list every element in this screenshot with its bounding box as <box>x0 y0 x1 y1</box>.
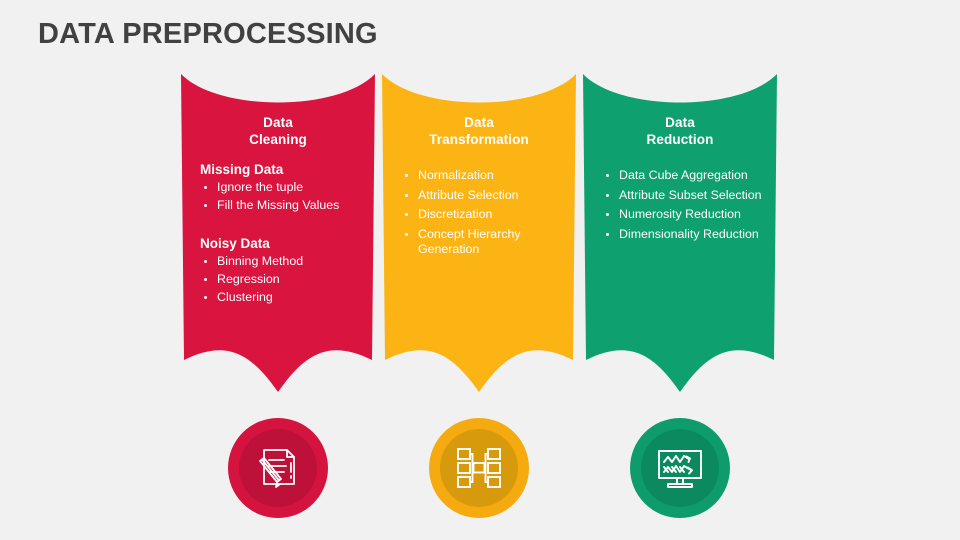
bullet-dot-icon <box>606 193 610 197</box>
heading-line-2: Transformation <box>429 132 529 147</box>
list-item: Binning Method <box>194 254 362 270</box>
list-item-label: Discretization <box>418 207 493 221</box>
list-item-label: Concept Hierarchy Generation <box>418 226 521 257</box>
column-data-reduction: Data Reduction Data Cube Aggregation Att… <box>580 70 780 518</box>
list-item-label: Fill the Missing Values <box>217 198 340 212</box>
list-item-label: Clustering <box>217 289 273 304</box>
bullet-list-data-reduction: Data Cube Aggregation Attribute Subset S… <box>596 168 764 242</box>
list-item-label: Attribute Subset Selection <box>619 187 762 202</box>
list-item: Dimensionality Reduction <box>596 227 764 243</box>
block-reduction-items: Data Cube Aggregation Attribute Subset S… <box>596 168 764 242</box>
block-noisy-data: Noisy Data Binning Method Regression Clu… <box>194 235 362 306</box>
list-item: Attribute Selection <box>395 188 563 204</box>
list-item: Regression <box>194 272 362 288</box>
bullet-list-missing-data: Ignore the tuple Fill the Missing Values <box>194 180 362 214</box>
list-item-label: Regression <box>217 271 280 286</box>
list-item: Data Cube Aggregation <box>596 168 764 184</box>
banner-heading-data-transformation: Data Transformation <box>395 70 563 148</box>
list-item: Normalization <box>395 168 563 184</box>
sub-heading-noisy-data: Noisy Data <box>200 235 270 251</box>
banner-heading-data-cleaning: Data Cleaning <box>194 70 362 148</box>
list-item-label: Numerosity Reduction <box>619 207 741 221</box>
list-item: Numerosity Reduction <box>596 207 764 223</box>
bullet-list-data-transformation: Normalization Attribute Selection Discre… <box>395 168 563 258</box>
list-item: Fill the Missing Values <box>194 198 362 214</box>
list-item-label: Binning Method <box>217 253 304 268</box>
bullet-dot-icon <box>606 232 610 236</box>
bullet-dot-icon <box>204 259 208 263</box>
list-item: Clustering <box>194 290 362 306</box>
bullet-dot-icon <box>405 213 409 217</box>
list-item-label: Data Cube Aggregation <box>619 168 748 182</box>
bullet-dot-icon <box>405 174 409 178</box>
block-transformation-items: Normalization Attribute Selection Discre… <box>395 168 563 258</box>
badge-data-transformation <box>429 418 529 518</box>
list-item: Ignore the tuple <box>194 180 362 196</box>
sub-heading-missing-data: Missing Data <box>200 162 284 177</box>
banner-heading-data-reduction: Data Reduction <box>596 70 764 148</box>
heading-line-2: Cleaning <box>249 132 307 147</box>
bullet-dot-icon <box>204 204 208 208</box>
banner-content-data-cleaning: Data Cleaning Missing Data Ignore the tu… <box>178 70 378 395</box>
bullet-dot-icon <box>204 186 208 190</box>
column-data-cleaning: Data Cleaning Missing Data Ignore the tu… <box>178 70 378 518</box>
bullet-dot-icon <box>204 277 208 281</box>
slide-canvas: DATA PREPROCESSING Data Cleaning Missing… <box>0 0 960 540</box>
banner-content-data-transformation: Data Transformation Normalization Attrib… <box>379 70 579 395</box>
heading-line-1: Data <box>464 115 494 130</box>
flowchart-icon <box>457 448 501 488</box>
bullet-dot-icon <box>204 295 208 299</box>
list-item: Concept Hierarchy Generation <box>395 227 563 258</box>
page-title: DATA PREPROCESSING <box>38 18 378 50</box>
heading-line-1: Data <box>665 115 695 130</box>
list-item-label: Dimensionality Reduction <box>619 226 759 241</box>
list-item-label: Attribute Selection <box>418 187 519 202</box>
badge-data-reduction <box>630 418 730 518</box>
list-item-label: Ignore the tuple <box>217 180 304 194</box>
bullet-dot-icon <box>405 193 409 197</box>
heading-line-1: Data <box>263 115 293 130</box>
list-item: Attribute Subset Selection <box>596 188 764 204</box>
bullet-dot-icon <box>606 174 610 178</box>
monitor-chart-icon <box>658 450 702 488</box>
block-missing-data: Missing Data Ignore the tuple Fill the M… <box>194 161 362 214</box>
list-item: Discretization <box>395 207 563 223</box>
heading-line-2: Reduction <box>646 132 714 147</box>
badge-data-cleaning <box>228 418 328 518</box>
document-pencil-icon <box>259 449 295 488</box>
list-item-label: Normalization <box>418 168 494 182</box>
banner-content-data-reduction: Data Reduction Data Cube Aggregation Att… <box>580 70 780 395</box>
bullet-dot-icon <box>405 232 409 236</box>
column-data-transformation: Data Transformation Normalization Attrib… <box>379 70 579 518</box>
bullet-dot-icon <box>606 213 610 217</box>
bullet-list-noisy-data: Binning Method Regression Clustering <box>194 254 362 306</box>
